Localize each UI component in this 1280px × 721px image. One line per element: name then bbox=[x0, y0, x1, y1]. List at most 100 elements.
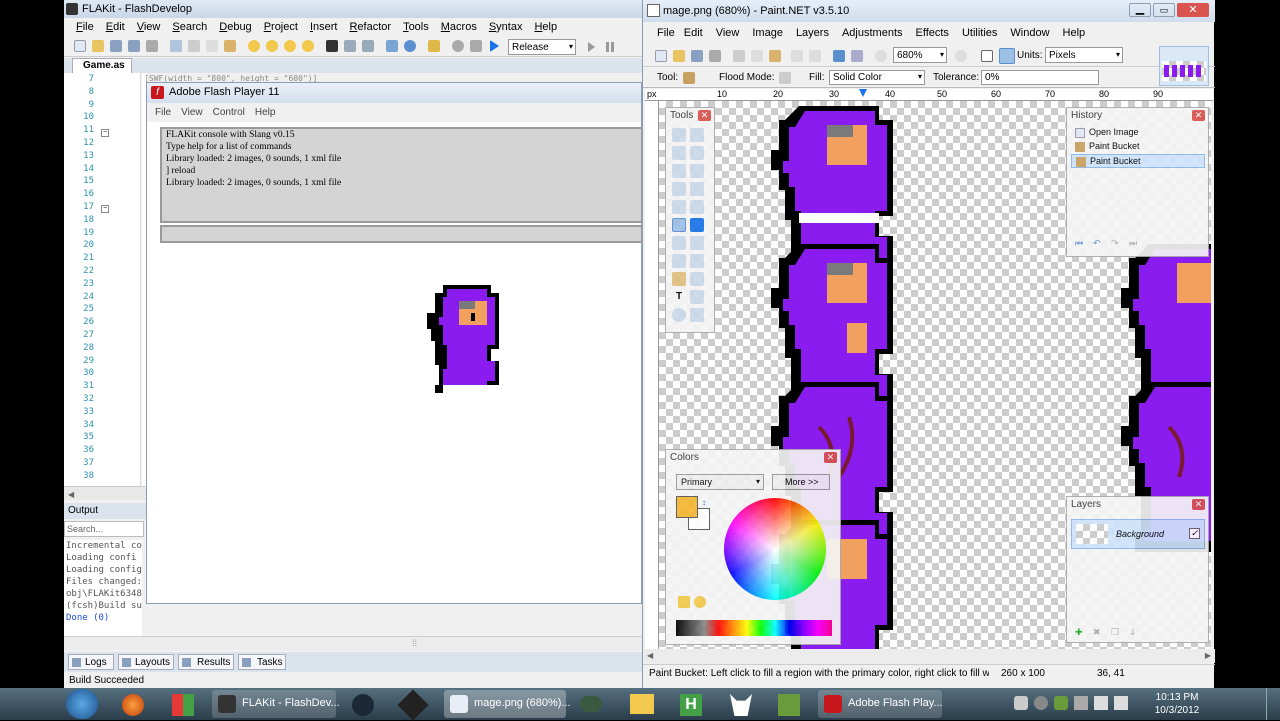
minimize-button[interactable]: ▁ bbox=[1129, 3, 1151, 17]
copy-icon[interactable] bbox=[751, 50, 763, 62]
tray-network-icon[interactable] bbox=[1094, 696, 1108, 710]
open-icon[interactable] bbox=[673, 50, 685, 62]
pdn-menu-file[interactable]: File bbox=[657, 27, 675, 39]
menu-macros[interactable]: Macros bbox=[435, 18, 483, 33]
task-paintnet[interactable]: mage.png (680%)... bbox=[444, 690, 571, 718]
pdn-menu-view[interactable]: View bbox=[716, 27, 740, 39]
color-wheel[interactable] bbox=[724, 498, 826, 600]
delete-layer-icon[interactable]: ✖ bbox=[1093, 627, 1101, 638]
layer-row-background[interactable]: Background ✓ bbox=[1071, 519, 1205, 549]
fast-forward-icon[interactable]: ⏭ bbox=[1129, 238, 1137, 249]
pdn-menu-image[interactable]: Image bbox=[752, 27, 783, 39]
paste-icon[interactable] bbox=[224, 40, 236, 52]
chart-app-icon[interactable] bbox=[778, 694, 800, 716]
menu-debug[interactable]: Debug bbox=[213, 18, 257, 33]
copy-icon[interactable] bbox=[206, 40, 218, 52]
flash-menu-view[interactable]: View bbox=[181, 107, 203, 118]
image-thumbnail[interactable] bbox=[1159, 46, 1209, 86]
bookmark-clear-icon[interactable] bbox=[302, 40, 314, 52]
tab-layouts[interactable]: Layouts bbox=[118, 654, 174, 670]
canvas-hscrollbar[interactable]: ◀ ▶ bbox=[643, 649, 1215, 663]
save-icon[interactable] bbox=[110, 40, 122, 52]
merge-layer-icon[interactable]: ⇓ bbox=[1129, 627, 1137, 638]
pdn-menu-effects[interactable]: Effects bbox=[916, 27, 949, 39]
refresh-icon[interactable] bbox=[404, 40, 416, 52]
menu-file[interactable]: File bbox=[70, 18, 100, 33]
pdn-menu-layers[interactable]: Layers bbox=[796, 27, 829, 39]
flashdevelop-hscrollbar[interactable]: ⁞⁞ bbox=[64, 636, 642, 650]
clock[interactable]: 10:13 PM 10/3/2012 bbox=[1146, 691, 1208, 717]
tab-results[interactable]: Results bbox=[178, 654, 234, 670]
more-colors-button[interactable]: More >> bbox=[772, 474, 830, 490]
rulers-icon[interactable] bbox=[999, 48, 1015, 64]
move-selected-icon[interactable] bbox=[690, 146, 704, 160]
crop-icon[interactable] bbox=[791, 50, 803, 62]
bookmark-prev-icon[interactable] bbox=[284, 40, 296, 52]
tray-app-icon[interactable] bbox=[1014, 696, 1028, 710]
debug-play-icon[interactable] bbox=[588, 42, 595, 52]
redo-step-icon[interactable]: ↷ bbox=[1111, 238, 1119, 249]
line-curve-icon[interactable] bbox=[690, 272, 704, 286]
palette-icon[interactable] bbox=[678, 596, 690, 608]
bookmark-icon[interactable] bbox=[248, 40, 260, 52]
pan-icon[interactable] bbox=[690, 182, 704, 196]
pdn-menu-utilities[interactable]: Utilities bbox=[962, 27, 997, 39]
recolor-icon[interactable] bbox=[672, 254, 686, 268]
menu-search[interactable]: Search bbox=[166, 18, 213, 33]
new-file-icon[interactable] bbox=[74, 40, 86, 52]
cut-icon[interactable] bbox=[733, 50, 745, 62]
file-explorer-icon[interactable] bbox=[630, 694, 654, 714]
color-picker-icon[interactable] bbox=[690, 254, 704, 268]
pdn-menu-window[interactable]: Window bbox=[1010, 27, 1049, 39]
tolerance-slider[interactable]: 0% bbox=[981, 70, 1099, 85]
rectangle-select-icon[interactable] bbox=[672, 128, 686, 142]
menu-help[interactable]: Help bbox=[528, 18, 563, 33]
close-icon[interactable]: ✕ bbox=[1192, 499, 1205, 510]
duplicate-layer-icon[interactable]: ❐ bbox=[1111, 627, 1119, 638]
tab-logs[interactable]: Logs bbox=[68, 654, 114, 670]
maximize-button[interactable]: ▭ bbox=[1153, 3, 1175, 17]
close-icon[interactable]: ✕ bbox=[824, 452, 837, 463]
ellipse-select-icon[interactable] bbox=[672, 164, 686, 178]
add-layer-icon[interactable]: ✚ bbox=[1075, 627, 1083, 638]
turtle-app-icon[interactable] bbox=[580, 696, 602, 712]
scroll-left-icon[interactable]: ◀ bbox=[68, 490, 74, 499]
console-input[interactable] bbox=[160, 225, 643, 243]
fold-toggle-icon[interactable]: − bbox=[101, 205, 109, 213]
task-flashdevelop[interactable]: FLAKit - FlashDev... bbox=[212, 690, 340, 718]
paint-bucket-icon[interactable] bbox=[672, 200, 686, 214]
windows-store-icon[interactable] bbox=[172, 694, 194, 716]
firefox-icon[interactable] bbox=[122, 694, 144, 716]
bucket-alt-icon[interactable] bbox=[672, 272, 686, 286]
units-select[interactable]: Pixels ▾ bbox=[1045, 47, 1123, 63]
print-icon[interactable] bbox=[709, 50, 721, 62]
pdn-menu-help[interactable]: Help bbox=[1063, 27, 1086, 39]
color-target-select[interactable]: Primary ▾ bbox=[676, 474, 764, 490]
flash-menu-help[interactable]: Help bbox=[255, 107, 276, 118]
editor-hscrollbar[interactable]: ◀ bbox=[64, 486, 146, 500]
paintbrush-icon[interactable] bbox=[672, 218, 686, 232]
palette-strip[interactable] bbox=[676, 620, 832, 636]
pdn-menu-adjustments[interactable]: Adjustments bbox=[842, 27, 903, 39]
run-play-icon[interactable] bbox=[490, 40, 499, 52]
eraser-icon[interactable] bbox=[690, 218, 704, 232]
bookmark-next-icon[interactable] bbox=[266, 40, 278, 52]
tray-steam-icon[interactable] bbox=[1034, 696, 1048, 710]
tray-security-icon[interactable] bbox=[1054, 696, 1068, 710]
paste-icon[interactable] bbox=[769, 50, 781, 62]
fill-select[interactable]: Solid Color ▾ bbox=[829, 70, 925, 85]
grid-icon[interactable] bbox=[981, 50, 993, 62]
zoom-icon[interactable] bbox=[690, 164, 704, 178]
zoom-select[interactable]: 680% ▾ bbox=[893, 47, 947, 63]
tab-game-as[interactable]: Game.as bbox=[72, 58, 132, 73]
close-icon[interactable]: ✕ bbox=[698, 110, 711, 121]
close-icon[interactable]: ✕ bbox=[1192, 110, 1205, 121]
tab-tasks[interactable]: Tasks bbox=[238, 654, 286, 670]
clone-stamp-icon[interactable] bbox=[690, 236, 704, 250]
history-item[interactable]: Open Image bbox=[1071, 126, 1205, 140]
new-image-icon[interactable] bbox=[655, 50, 667, 62]
zoom-out-icon[interactable] bbox=[875, 50, 887, 62]
rewind-icon[interactable]: ⏮ bbox=[1075, 238, 1083, 249]
tray-volume-icon[interactable] bbox=[1114, 696, 1128, 710]
undo-step-icon[interactable]: ↶ bbox=[1093, 238, 1101, 249]
